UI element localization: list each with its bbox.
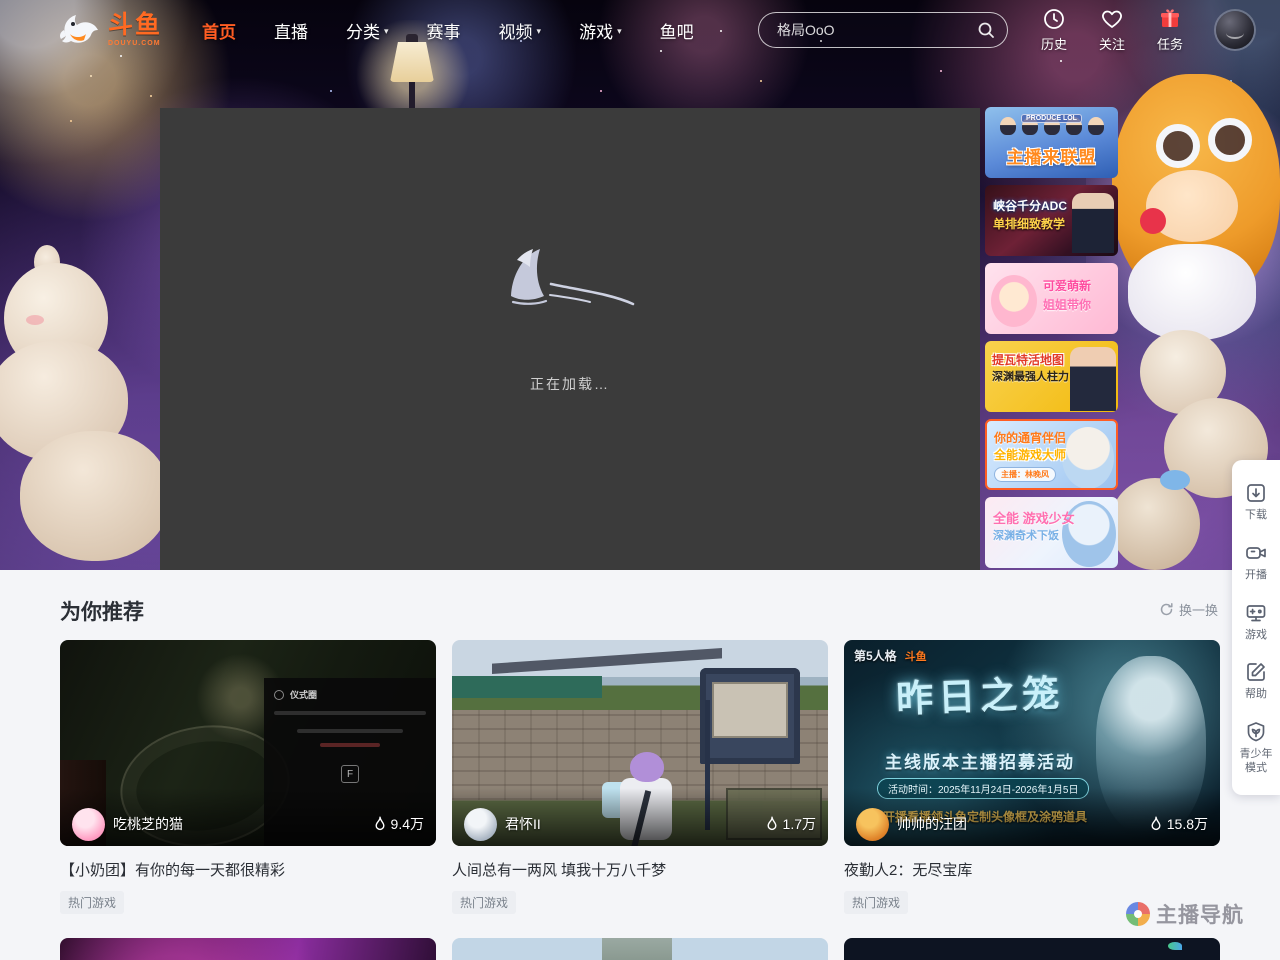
douyu-mini-logo: 斗鱼 (905, 648, 927, 664)
stream-thumbnail[interactable]: 君怀II 1.7万 (452, 640, 828, 846)
hot-flame-icon (765, 816, 779, 832)
gift-icon (1158, 7, 1182, 31)
banner-teyvat-map[interactable]: 提瓦特活地图 深渊最强人柱力 (985, 341, 1118, 412)
chevron-down-icon: ▾ (537, 26, 542, 37)
chevron-down-icon: ▾ (617, 26, 622, 37)
banner-game-girl[interactable]: 全能 游戏少女 深渊奇术下饭 (985, 497, 1118, 568)
bus-stop-art (700, 668, 800, 764)
nav-item-live[interactable]: 直播 (274, 18, 308, 43)
camera-icon (1244, 541, 1268, 565)
thumbnail-footer-overlay: 帅帅的汪团 15.8万 (844, 788, 1220, 846)
anime-girl-thumb (991, 275, 1037, 327)
stream-thumbnail[interactable]: 第5人格 斗鱼 昨日之笼 主线版本主播招募活动 活动时间：2025年11月24日… (844, 640, 1220, 846)
nav-item-home[interactable]: 首页 (202, 18, 236, 43)
shark-mascot-icon (58, 10, 102, 50)
refresh-button[interactable]: 换一换 (1159, 600, 1218, 619)
follow-button[interactable]: 关注 (1088, 7, 1136, 53)
stream-thumbnail[interactable]: 仪式圈 F 吃桃芝的猫 9.4万 (60, 640, 436, 846)
heart-icon (1100, 7, 1124, 31)
nav-item-yuba[interactable]: 鱼吧 (660, 18, 694, 43)
banner-cute-newbie[interactable]: 可爱萌新 姐姐带你 (985, 263, 1118, 334)
stream-title: 夜勤人2：无尽宝库 (844, 859, 1220, 880)
pinwheel-fish-icon (1126, 902, 1150, 926)
banner-adc-teaching[interactable]: 峡谷千分ADC 单排细致教学 (985, 185, 1118, 256)
loading-text: 正在加载… (530, 374, 610, 394)
plush-dolls-illustration (0, 245, 176, 575)
streamer-name: 君怀II (505, 814, 765, 834)
side-banner-list: PRODUCE LOL 主播来联盟 峡谷千分ADC 单排细致教学 可爱萌新 姐姐… (985, 107, 1118, 570)
second-card-row: 探索 任务 活动 美品 材料 星蝶 (60, 938, 1220, 960)
produce-lol-badge: PRODUCE LOL (1021, 114, 1082, 123)
hot-flame-icon (1149, 816, 1163, 832)
stream-card[interactable]: 仪式圈 F 吃桃芝的猫 9.4万 (60, 640, 436, 914)
game-center-button[interactable]: 游戏 (1232, 592, 1280, 652)
streamer-name-pill: 主播：林晚风 (994, 467, 1056, 482)
history-button[interactable]: 历史 (1030, 7, 1078, 53)
shark-fin-loader-icon (495, 244, 645, 312)
event-subtitle: 主线版本主播招募活动 (850, 748, 1110, 773)
nav-item-video[interactable]: 视频▾ (499, 18, 542, 43)
watermark: 主播导航 (1126, 899, 1244, 929)
clock-icon (1042, 7, 1066, 31)
banner-overnight-companion-highlighted[interactable]: 你的通宵伴侣 全能游戏大师 主播：林晚风 (985, 419, 1118, 490)
thumbnail-footer-overlay: 吃桃芝的猫 9.4万 (60, 788, 436, 846)
viewer-count: 15.8万 (1149, 814, 1208, 834)
streamer-name: 吃桃芝的猫 (113, 814, 373, 834)
stream-thumbnail[interactable]: 探索 任务 活动 美品 材料 星蝶 (844, 938, 1220, 960)
refresh-icon (1159, 602, 1174, 617)
nav-item-categories[interactable]: 分类▾ (346, 18, 389, 43)
recommend-section: 为你推荐 换一换 仪式圈 F (0, 570, 1280, 960)
streamer-avatar[interactable] (72, 808, 105, 841)
recommend-card-grid: 仪式圈 F 吃桃芝的猫 9.4万 (60, 640, 1220, 914)
download-button[interactable]: 下载 (1232, 472, 1280, 532)
nav-item-esports[interactable]: 赛事 (427, 18, 461, 43)
video-player[interactable]: 正在加载… (160, 108, 980, 570)
leaf-icon (1168, 942, 1182, 950)
logo-sub-text: DOUYU.COM (108, 40, 162, 47)
shield-sprout-icon (1244, 720, 1268, 744)
viewer-count: 1.7万 (765, 814, 816, 834)
stream-thumbnail[interactable] (60, 938, 436, 960)
event-title: 昨日之笼 (849, 661, 1111, 724)
right-utility-rail: 下载 开播 游戏 帮助 (1232, 460, 1280, 795)
logo-wordmark: 斗鱼 (108, 13, 162, 38)
stream-title: 【小奶团】有你的每一天都很精彩 (60, 859, 436, 880)
stream-card[interactable]: 第5人格 斗鱼 昨日之笼 主线版本主播招募活动 活动时间：2025年11月24日… (844, 640, 1220, 914)
stream-title: 人间总有一两风 填我十万八千梦 (452, 859, 828, 880)
search-box (758, 12, 1008, 48)
game-monitor-icon (1244, 601, 1268, 625)
streamer-name: 帅帅的汪团 (897, 814, 1149, 834)
viewer-count: 9.4万 (373, 814, 424, 834)
hot-flame-icon (373, 816, 387, 832)
stream-card[interactable]: 君怀II 1.7万 人间总有一两风 填我十万八千梦 热门游戏 (452, 640, 828, 914)
search-icon[interactable] (976, 20, 996, 40)
douyu-homepage: 斗鱼 DOUYU.COM 首页 直播 分类▾ 赛事 视频▾ 游戏▾ 鱼吧 (0, 0, 1280, 960)
category-tag[interactable]: 热门游戏 (844, 891, 908, 914)
search-input[interactable] (758, 12, 1008, 48)
section-title: 为你推荐 (60, 596, 144, 626)
teen-mode-button[interactable]: 青少年模式 (1232, 711, 1280, 785)
edit-pencil-icon (1244, 660, 1268, 684)
streamer-avatar[interactable] (464, 808, 497, 841)
go-live-button[interactable]: 开播 (1232, 532, 1280, 592)
category-tag[interactable]: 热门游戏 (452, 891, 516, 914)
category-tag[interactable]: 热门游戏 (60, 891, 124, 914)
main-nav: 首页 直播 分类▾ 赛事 视频▾ 游戏▾ 鱼吧 (202, 18, 694, 43)
streamer-avatar[interactable] (856, 808, 889, 841)
thumbnail-footer-overlay: 君怀II 1.7万 (452, 788, 828, 846)
douyu-logo[interactable]: 斗鱼 DOUYU.COM (58, 10, 162, 50)
watermark-text: 主播导航 (1156, 899, 1244, 929)
top-navbar: 斗鱼 DOUYU.COM 首页 直播 分类▾ 赛事 视频▾ 游戏▾ 鱼吧 (0, 0, 1280, 60)
banner-anchor-league[interactable]: PRODUCE LOL 主播来联盟 (985, 107, 1118, 178)
stream-thumbnail[interactable] (452, 938, 828, 960)
nav-item-games[interactable]: 游戏▾ (579, 18, 622, 43)
user-avatar[interactable] (1216, 11, 1254, 49)
identity-v-logo: 第5人格 (854, 647, 897, 664)
header-actions: 历史 关注 (1030, 7, 1254, 53)
help-button[interactable]: 帮助 (1232, 651, 1280, 711)
chevron-down-icon: ▾ (384, 26, 389, 37)
tasks-button[interactable]: 任务 (1146, 7, 1194, 53)
download-icon (1244, 481, 1268, 505)
